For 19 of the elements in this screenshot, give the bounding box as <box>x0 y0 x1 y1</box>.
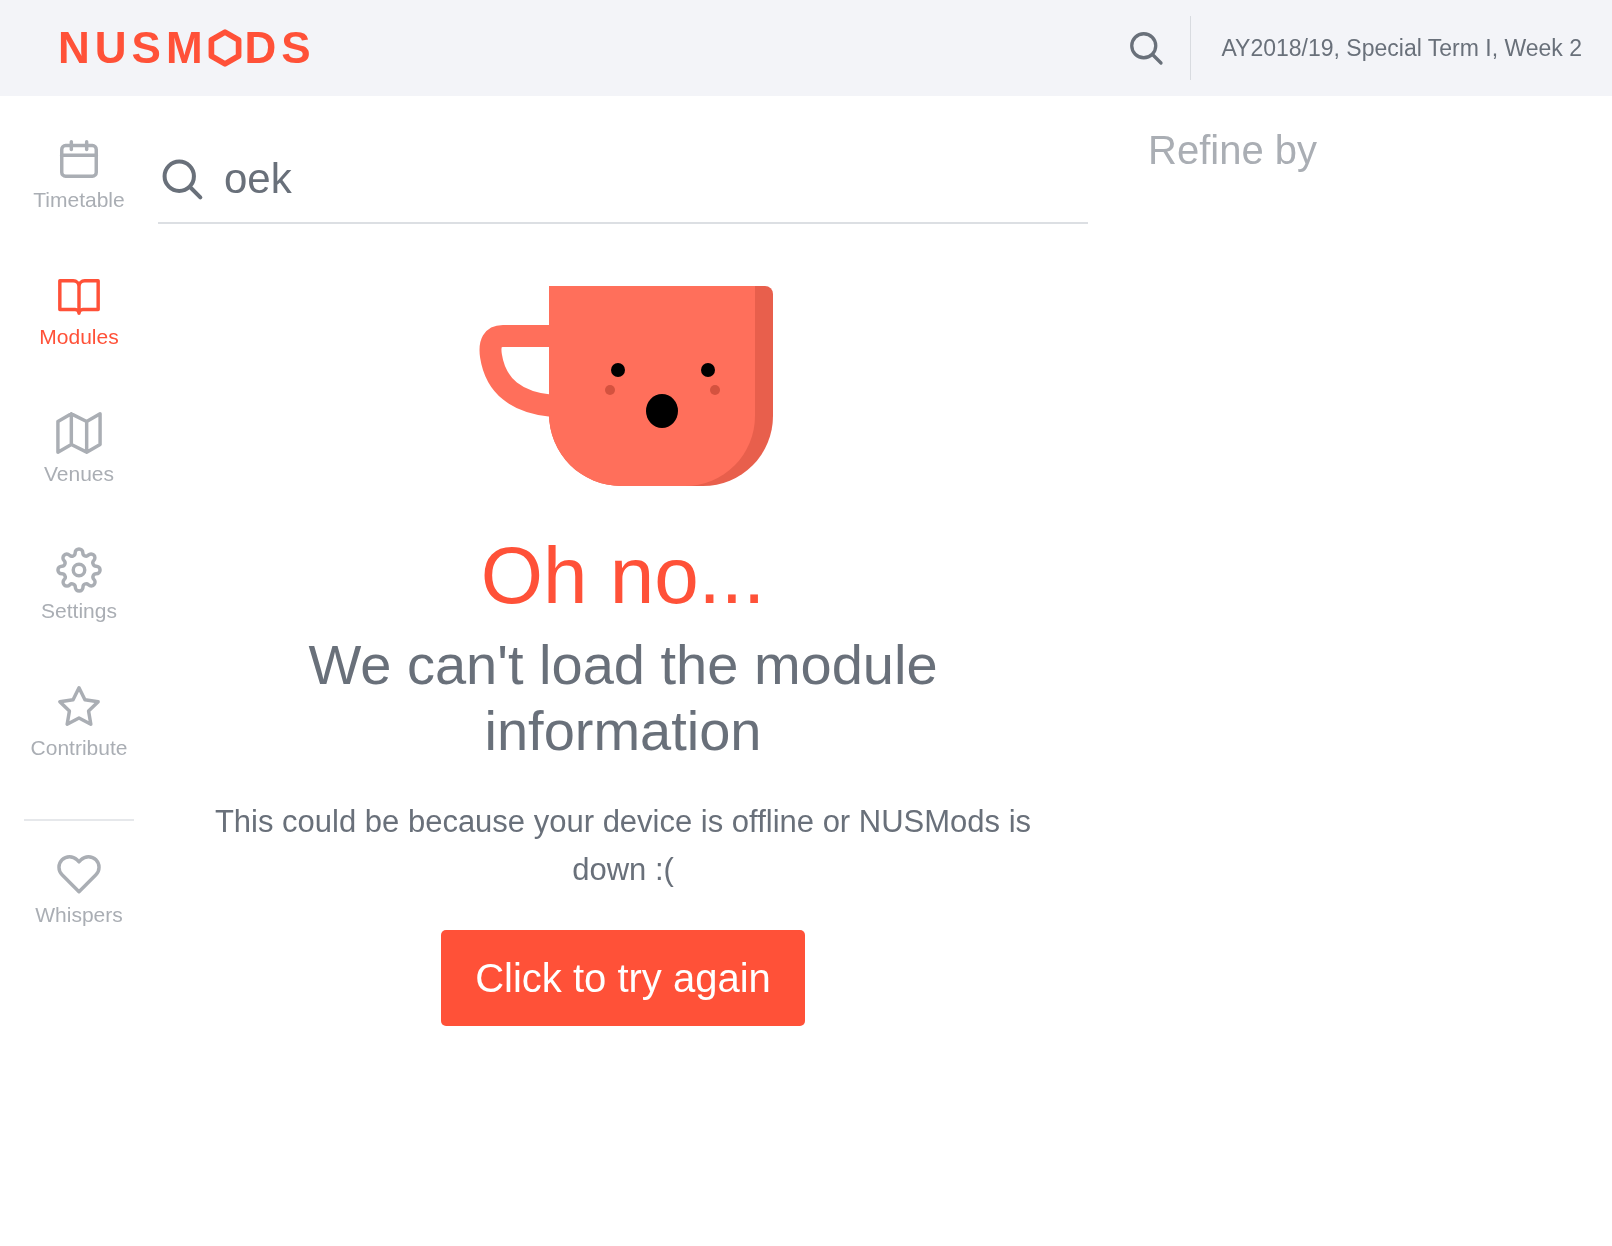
error-title: Oh no... <box>480 536 766 616</box>
retry-button[interactable]: Click to try again <box>441 930 805 1026</box>
search-field[interactable]: oek <box>222 154 826 204</box>
error-message: This could be because your device is offline or NUSMods is down :( <box>213 803 1033 889</box>
nav-item[interactable]: Modules <box>39 273 119 410</box>
search-icon <box>160 157 204 201</box>
hexagon-icon <box>207 28 242 68</box>
error-heading: We can't load the module information <box>307 632 939 764</box>
nav-item[interactable]: Settings <box>41 547 117 684</box>
search-icon[interactable] <box>1128 30 1165 66</box>
filters-title: Refine by <box>1148 128 1317 173</box>
term-label: AY2018/19, Special Term I, Week 2 <box>1221 34 1582 62</box>
nav-item[interactable]: Venues <box>43 410 115 547</box>
nav-item[interactable]: Contribute <box>30 684 128 821</box>
nav-item[interactable]: Whispers <box>35 851 123 988</box>
map-icon <box>56 410 102 456</box>
logo[interactable]: NUSM DS <box>58 23 316 73</box>
gear-icon <box>56 547 102 593</box>
nav-item[interactable]: Timetable <box>33 136 125 273</box>
